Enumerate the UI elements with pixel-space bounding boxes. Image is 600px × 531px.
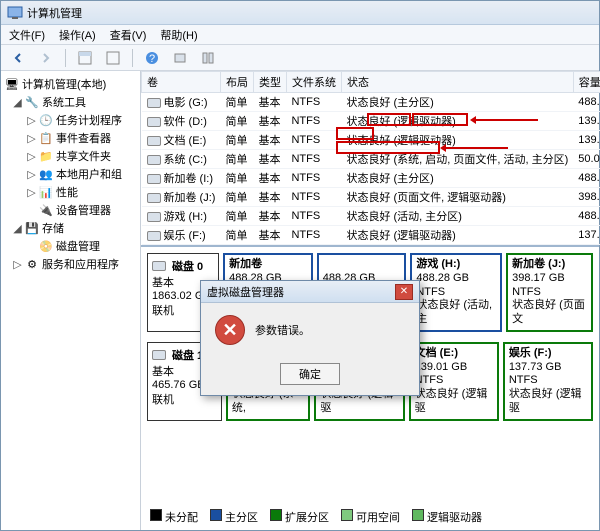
tree-task[interactable]: 任务计划程序	[56, 112, 122, 128]
menu-file[interactable]: 文件(F)	[9, 27, 45, 43]
toolbar-button[interactable]	[197, 48, 219, 68]
tree-devmgr[interactable]: 设备管理器	[56, 202, 111, 218]
legend-free: 可用空间	[356, 512, 400, 524]
services-icon: ⚙	[25, 257, 39, 271]
annotation-arrow	[472, 119, 538, 121]
forward-button[interactable]	[35, 48, 57, 68]
ok-button[interactable]: 确定	[280, 363, 340, 385]
tree-perf[interactable]: 性能	[56, 184, 78, 200]
volume-icon	[147, 155, 161, 165]
app-icon	[7, 5, 23, 21]
storage-icon: 💾	[25, 221, 39, 235]
expand-icon[interactable]: ▷	[27, 114, 36, 127]
legend-ext: 扩展分区	[285, 512, 329, 524]
disk-icon	[152, 261, 166, 271]
expand-icon[interactable]: ▷	[27, 186, 36, 199]
volume-list[interactable]: 卷 布局 类型 文件系统 状态 容量 可用空间 电影 (G:)简单基本NTFS状…	[141, 71, 599, 245]
table-row[interactable]: 娱乐 (F:)简单基本NTFS状态良好 (逻辑驱动器)137.73 GB81.6…	[142, 226, 600, 245]
table-row[interactable]: 新加卷 (J:)简单基本NTFS状态良好 (页面文件, 逻辑驱动器)398.17…	[142, 188, 600, 207]
nav-tree[interactable]: 🖥计算机管理(本地) ◢🔧系统工具 ▷🕒任务计划程序 ▷📋事件查看器 ▷📁共享文…	[1, 71, 141, 530]
expand-icon[interactable]: ▷	[13, 258, 22, 271]
perf-icon: 📊	[39, 185, 53, 199]
annotation-box	[412, 113, 468, 126]
wrench-icon: 🔧	[25, 95, 39, 109]
tree-root[interactable]: 计算机管理(本地)	[22, 76, 106, 92]
volume-block[interactable]: 游戏 (H:)488.28 GB NTFS状态良好 (活动, 主	[410, 253, 502, 332]
volume-icon	[147, 231, 161, 241]
dialog-title: 虚拟磁盘管理器	[207, 284, 284, 300]
volume-icon	[147, 212, 161, 222]
toolbar: ?	[1, 45, 599, 71]
separator	[65, 49, 66, 67]
legend-unalloc: 未分配	[165, 512, 198, 524]
dialog-message: 参数错误。	[255, 322, 310, 338]
annotation-box	[367, 113, 411, 126]
tree-systools[interactable]: 系统工具	[42, 94, 86, 110]
annotation-box	[336, 141, 440, 154]
col-type[interactable]: 类型	[253, 72, 286, 93]
volume-block[interactable]: 娱乐 (F:)137.73 GB NTFS状态良好 (逻辑驱	[503, 342, 593, 421]
col-vol[interactable]: 卷	[142, 72, 221, 93]
volume-icon	[147, 174, 161, 184]
volume-block[interactable]: 文档 (E:)139.01 GB NTFS状态良好 (逻辑驱	[409, 342, 499, 421]
col-status[interactable]: 状态	[341, 72, 573, 93]
tree-users[interactable]: 本地用户和组	[56, 166, 122, 182]
back-button[interactable]	[7, 48, 29, 68]
legend-primary: 主分区	[225, 512, 258, 524]
disk-icon	[152, 350, 166, 360]
volume-icon	[147, 193, 161, 203]
titlebar: 计算机管理	[1, 1, 599, 25]
tree-shared[interactable]: 共享文件夹	[56, 148, 111, 164]
volume-block[interactable]: 新加卷 (J:)398.17 GB NTFS状态良好 (页面文	[506, 253, 593, 332]
table-row[interactable]: 游戏 (H:)简单基本NTFS状态良好 (活动, 主分区)488.28 GB37…	[142, 207, 600, 226]
col-cap[interactable]: 容量	[573, 72, 600, 93]
toolbar-button[interactable]	[169, 48, 191, 68]
expand-icon[interactable]: ◢	[13, 222, 22, 235]
col-fs[interactable]: 文件系统	[286, 72, 341, 93]
error-dialog: 虚拟磁盘管理器 ✕ ✕ 参数错误。 确定	[200, 280, 420, 396]
menu-view[interactable]: 查看(V)	[110, 27, 147, 43]
legend-logical: 逻辑驱动器	[427, 512, 482, 524]
separator	[132, 49, 133, 67]
refresh-button[interactable]	[102, 48, 124, 68]
users-icon: 👥	[39, 167, 53, 181]
menu-action[interactable]: 操作(A)	[59, 27, 96, 43]
disk-icon: 📀	[39, 239, 53, 253]
tree-diskmgmt[interactable]: 磁盘管理	[56, 238, 100, 254]
clock-icon: 🕒	[39, 113, 53, 127]
event-icon: 📋	[39, 131, 53, 145]
menu-help[interactable]: 帮助(H)	[160, 27, 197, 43]
dialog-titlebar[interactable]: 虚拟磁盘管理器 ✕	[201, 281, 419, 303]
error-icon: ✕	[215, 315, 245, 345]
expand-icon[interactable]: ▷	[27, 150, 36, 163]
table-row[interactable]: 新加卷 (I:)简单基本NTFS状态良好 (主分区)488.28 GB348.2…	[142, 169, 600, 188]
legend: 未分配 主分区 扩展分区 可用空间 逻辑驱动器	[150, 509, 482, 525]
toolbar-button[interactable]	[74, 48, 96, 68]
annotation-box	[336, 127, 374, 140]
col-layout[interactable]: 布局	[220, 72, 253, 93]
device-icon: 🔌	[39, 203, 53, 217]
expand-icon[interactable]: ▷	[27, 132, 36, 145]
expand-icon[interactable]: ▷	[27, 168, 36, 181]
volume-icon	[147, 136, 161, 146]
computer-icon: 🖥	[5, 77, 19, 91]
table-row[interactable]: 电影 (G:)简单基本NTFS状态良好 (主分区)488.28 GB285.98…	[142, 93, 600, 112]
expand-icon[interactable]: ◢	[13, 96, 22, 109]
close-button[interactable]: ✕	[395, 284, 413, 300]
tree-services[interactable]: 服务和应用程序	[42, 256, 119, 272]
tree-event[interactable]: 事件查看器	[56, 130, 111, 146]
help-button[interactable]: ?	[141, 48, 163, 68]
folder-icon: 📁	[39, 149, 53, 163]
window-title: 计算机管理	[27, 5, 82, 21]
svg-text:?: ?	[149, 53, 155, 65]
volume-icon	[147, 98, 161, 108]
volume-icon	[147, 117, 161, 127]
menubar: 文件(F) 操作(A) 查看(V) 帮助(H)	[1, 25, 599, 45]
annotation-arrow	[442, 147, 508, 149]
tree-storage[interactable]: 存储	[42, 220, 64, 236]
